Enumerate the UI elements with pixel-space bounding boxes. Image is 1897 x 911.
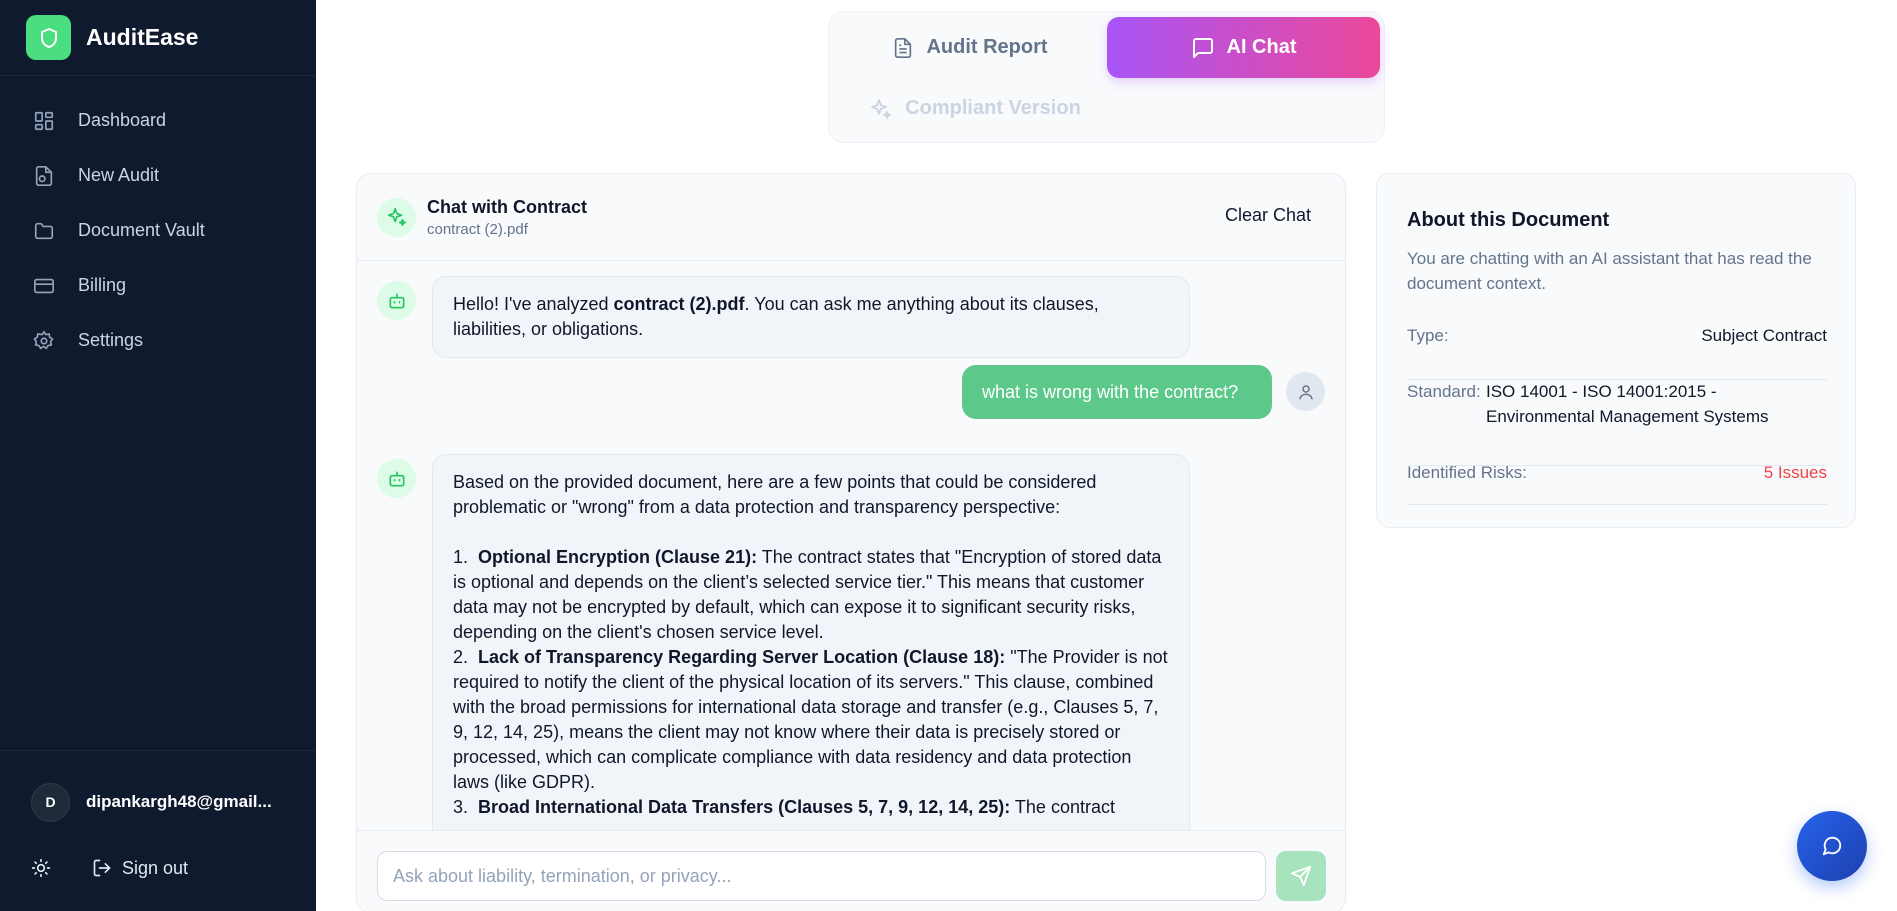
chat-panel: Chat with Contract contract (2).pdf Clea… [356,173,1346,911]
avatar: D [31,782,70,822]
sidebar-item-label: Billing [78,275,127,295]
sidebar-item-billing[interactable]: Billing [0,258,316,313]
log-out-icon [92,858,112,878]
file-text-icon [892,36,914,60]
support-chat-button[interactable] [1797,811,1867,881]
user-message: what is wrong with the contract? [962,365,1272,419]
info-row-standard: Standard: ISO 14001 - ISO 14001:2015 - E… [1407,382,1827,466]
sign-out-label: Sign out [122,857,189,878]
bot-icon [377,459,416,498]
sun-icon[interactable] [30,857,52,879]
sparkles-icon [869,97,893,121]
info-row-type: Type: Subject Contract [1407,326,1827,380]
tab-ai-chat[interactable]: AI Chat [1107,17,1380,78]
info-label: Standard: [1407,382,1481,401]
chat-composer [357,830,1345,911]
sidebar-item-document-vault[interactable]: Document Vault [0,203,316,258]
bot-message: Hello! I've analyzed contract (2).pdf. Y… [432,276,1190,358]
sidebar-footer: D dipankargh48@gmail... Sign out [0,750,316,883]
shield-icon [26,15,71,60]
user-profile[interactable]: D dipankargh48@gmail... [0,751,316,853]
info-label: Type: [1407,326,1449,345]
sidebar: AuditEase Dashboard New Audit Document V… [0,0,316,911]
file-plus-icon [32,164,56,188]
about-title: About this Document [1407,209,1610,231]
tab-label: AI Chat [1226,36,1297,58]
sidebar-item-label: New Audit [78,165,160,185]
info-row-risks: Identified Risks: 5 Issues [1407,463,1827,505]
send-icon [1290,865,1312,887]
sparkles-icon [377,197,416,237]
sidebar-item-settings[interactable]: Settings [0,313,316,368]
gear-icon [32,329,56,353]
message-square-icon [1191,36,1215,60]
info-value: ISO 14001 - ISO 14001:2015 - Environment… [1486,382,1769,426]
dashboard-icon [32,109,56,133]
tab-compliant-version[interactable]: Compliant Version [834,78,1116,139]
sidebar-nav: Dashboard New Audit Document Vault Billi… [0,76,316,368]
brand[interactable]: AuditEase [0,0,316,76]
chat-bubble-icon [1822,836,1842,856]
user-email: dipankargh48@gmail... [86,792,272,811]
folder-icon [32,219,56,243]
sidebar-item-new-audit[interactable]: New Audit [0,148,316,203]
response-point: 3. Broad International Data Transfers (C… [453,797,1115,817]
sidebar-item-label: Settings [78,330,144,350]
file-name-bold: contract (2).pdf [613,294,745,314]
sign-out-button[interactable]: Sign out [92,858,188,879]
info-value: Subject Contract [1701,326,1827,345]
about-document-card: About this Document You are chatting wit… [1376,173,1856,528]
chat-title: Chat with Contract [427,196,587,217]
response-point: 1. Optional Encryption (Clause 21): The … [453,547,1162,642]
clear-chat-button[interactable]: Clear Chat [1225,205,1311,226]
response-intro: Based on the provided document, here are… [453,472,1097,517]
user-icon [1286,372,1325,411]
message-list[interactable]: Hello! I've analyzed contract (2).pdf. Y… [357,262,1345,830]
sidebar-item-label: Dashboard [78,110,167,130]
response-point: 2. Lack of Transparency Regarding Server… [453,647,1168,792]
credit-card-icon [32,274,56,298]
sidebar-item-label: Document Vault [78,220,205,240]
chat-input[interactable] [377,851,1266,901]
tab-audit-report[interactable]: Audit Report [834,17,1106,78]
chat-header: Chat with Contract contract (2).pdf Clea… [357,174,1345,261]
brand-name: AuditEase [86,24,199,50]
send-button[interactable] [1276,851,1326,901]
tab-label: Compliant Version [905,97,1081,119]
tab-label: Audit Report [926,36,1048,58]
status-badge: 5 Issues [1763,463,1827,482]
chat-file-name: contract (2).pdf [427,220,528,238]
sidebar-item-dashboard[interactable]: Dashboard [0,93,316,148]
view-tabs: Audit Report AI Chat Compliant Version [828,11,1385,143]
bot-message: Based on the provided document, here are… [432,454,1190,830]
about-description: You are chatting with an AI assistant th… [1407,249,1812,293]
info-label: Identified Risks: [1407,463,1527,482]
bot-icon [377,281,416,320]
